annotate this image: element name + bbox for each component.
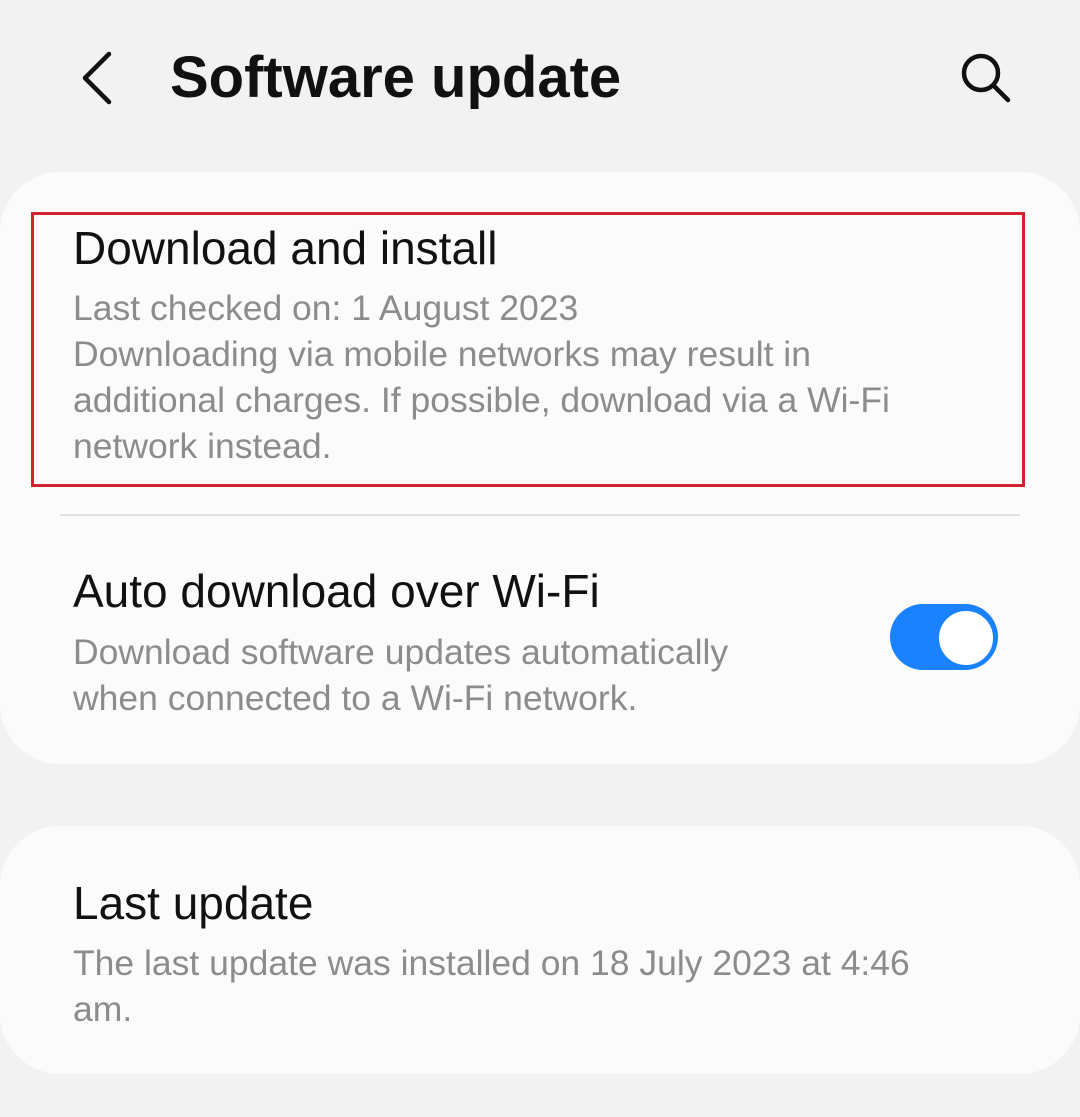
- download-and-install-description: Last checked on: 1 August 2023 Downloadi…: [73, 285, 890, 469]
- auto-download-toggle[interactable]: [890, 604, 998, 670]
- chevron-left-icon: [82, 51, 112, 105]
- divider: [60, 514, 1020, 516]
- back-button[interactable]: [62, 40, 132, 116]
- description-line: additional charges. If possible, downloa…: [73, 380, 890, 420]
- update-settings-card: Download and install Last checked on: 1 …: [0, 172, 1080, 764]
- search-button[interactable]: [948, 40, 1024, 116]
- auto-download-title: Auto download over Wi-Fi: [73, 565, 600, 617]
- last-checked-text: Last checked on: 1 August 2023: [73, 288, 579, 328]
- download-and-install-item[interactable]: Download and install Last checked on: 1 …: [0, 172, 1080, 510]
- last-update-item[interactable]: Last update The last update was installe…: [0, 826, 1080, 1074]
- toggle-knob: [936, 608, 996, 668]
- auto-download-description: Download software updates automatically …: [73, 629, 728, 721]
- description-line: network instead.: [73, 426, 332, 466]
- description-line: am.: [73, 989, 133, 1029]
- last-update-description: The last update was installed on 18 July…: [73, 940, 910, 1032]
- description-line: The last update was installed on 18 July…: [73, 943, 910, 983]
- download-and-install-title: Download and install: [73, 222, 498, 274]
- page-title: Software update: [170, 45, 622, 110]
- search-icon: [961, 53, 1011, 103]
- description-line: when connected to a Wi-Fi network.: [73, 678, 638, 718]
- app-bar: Software update: [0, 0, 1080, 160]
- description-line: Downloading via mobile networks may resu…: [73, 334, 811, 374]
- last-update-title: Last update: [73, 877, 314, 929]
- last-update-card: Last update The last update was installe…: [0, 826, 1080, 1074]
- description-line: Download software updates automatically: [73, 632, 729, 672]
